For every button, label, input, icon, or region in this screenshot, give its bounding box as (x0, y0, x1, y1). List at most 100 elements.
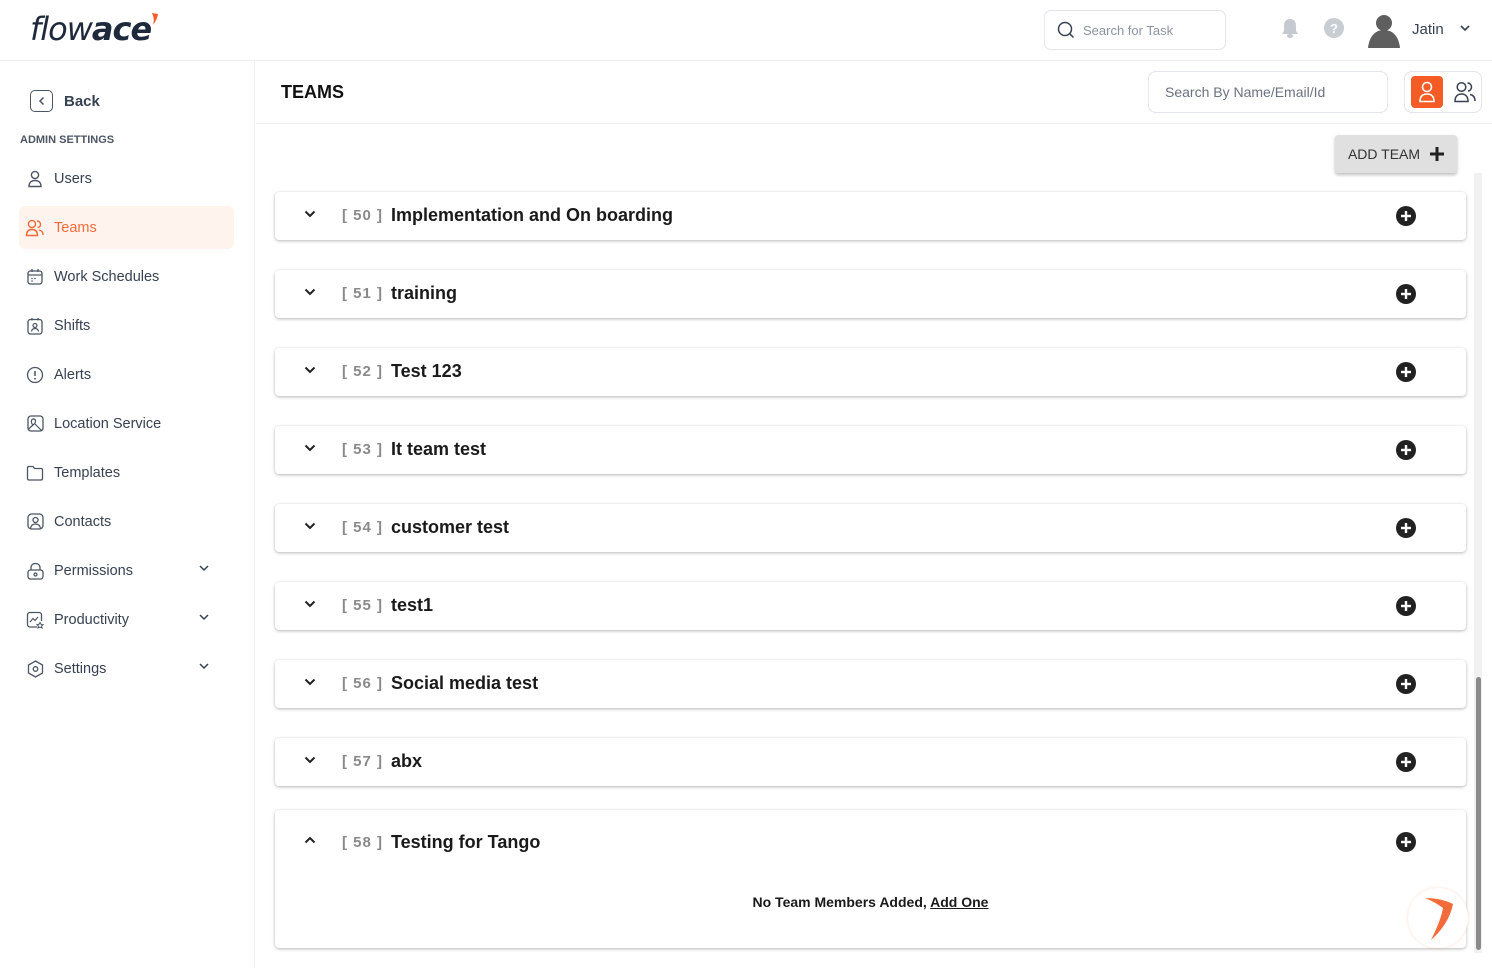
flowace-assistant-button[interactable] (1408, 888, 1468, 948)
productivity-icon (25, 610, 45, 630)
plus-icon (1430, 147, 1445, 161)
lock-icon (25, 561, 45, 581)
add-member-plus-circle-icon[interactable] (1396, 518, 1416, 538)
admin-settings-heading: ADMIN SETTINGS (20, 134, 115, 146)
task-search-input[interactable] (1083, 22, 1213, 38)
team-view-button[interactable] (1449, 76, 1481, 108)
folder-icon (25, 463, 45, 483)
add-member-plus-circle-icon[interactable] (1396, 440, 1416, 460)
chevron-down-icon[interactable] (304, 210, 316, 218)
team-id: [ 55 ] (342, 597, 384, 614)
task-search-field[interactable] (1044, 10, 1226, 50)
team-row[interactable]: [ 51 ] training (275, 270, 1466, 318)
search-icon (1057, 21, 1075, 39)
page-header: TEAMS (256, 61, 1492, 124)
team-name: Social media test (391, 673, 539, 693)
team-row[interactable]: [ 52 ] Test 123 (275, 348, 1466, 396)
users-icon (1454, 81, 1476, 103)
chevron-down-icon[interactable] (304, 366, 316, 374)
scrollbar-thumb[interactable] (1476, 677, 1481, 950)
chevron-down-icon[interactable] (304, 600, 316, 608)
contact-icon (25, 512, 45, 532)
notification-bell-icon[interactable] (1280, 17, 1300, 39)
team-id: [ 58 ] (342, 834, 384, 851)
sidebar-item-users[interactable]: Users (19, 157, 234, 200)
add-team-button[interactable]: ADD TEAM (1335, 135, 1457, 173)
team-row[interactable]: [ 56 ] Social media test (275, 660, 1466, 708)
add-member-plus-circle-icon[interactable] (1396, 596, 1416, 616)
add-member-plus-circle-icon[interactable] (1396, 832, 1416, 852)
chevron-down-icon[interactable] (304, 522, 316, 530)
chevron-down-icon[interactable] (198, 662, 210, 670)
team-id: [ 52 ] (342, 363, 384, 380)
admin-sidebar: Back ADMIN SETTINGS Users Teams Work Sch… (0, 61, 255, 968)
page-title: TEAMS (281, 82, 344, 102)
help-icon[interactable]: ? (1324, 18, 1344, 38)
calendar-icon (25, 267, 45, 287)
team-name: Test 123 (391, 361, 462, 381)
team-name: It team test (391, 439, 487, 459)
add-member-plus-circle-icon[interactable] (1396, 752, 1416, 772)
back-button[interactable]: Back (30, 90, 100, 112)
chevron-down-icon[interactable] (304, 678, 316, 686)
team-name: abx (391, 751, 423, 771)
member-search-field[interactable] (1148, 71, 1388, 113)
member-search-input[interactable] (1165, 84, 1375, 100)
team-row[interactable]: [ 54 ] customer test (275, 504, 1466, 552)
view-toggle (1404, 71, 1482, 113)
add-member-plus-circle-icon[interactable] (1396, 284, 1416, 304)
team-row[interactable]: [ 57 ] abx (275, 738, 1466, 786)
team-id: [ 50 ] (342, 207, 384, 224)
users-icon (25, 218, 45, 238)
chevron-up-icon[interactable] (304, 836, 316, 844)
sidebar-item-permissions[interactable]: Permissions (19, 549, 234, 592)
user-name[interactable]: Jatin (1412, 21, 1444, 38)
settings-hex-icon (25, 659, 45, 679)
teams-page: TEAMS ADD TEAM [ 50 ] Implementation and… (256, 61, 1492, 968)
sidebar-item-contacts[interactable]: Contacts (19, 500, 234, 543)
team-name: Testing for Tango (391, 832, 541, 852)
team-row-expanded[interactable]: [ 58 ] Testing for Tango No Team Members… (275, 810, 1466, 948)
user-icon (1419, 81, 1435, 103)
team-row[interactable]: [ 53 ] It team test (275, 426, 1466, 474)
add-member-plus-circle-icon[interactable] (1396, 674, 1416, 694)
chevron-down-icon[interactable] (198, 564, 210, 572)
map-pin-icon (25, 414, 45, 434)
sidebar-item-templates[interactable]: Templates (19, 451, 234, 494)
user-avatar[interactable] (1366, 12, 1402, 48)
chevron-left-icon (30, 90, 53, 112)
add-member-plus-circle-icon[interactable] (1396, 206, 1416, 226)
sidebar-item-shifts[interactable]: Shifts (19, 304, 234, 347)
user-icon (25, 169, 45, 189)
team-id: [ 51 ] (342, 285, 384, 302)
shift-badge-icon (25, 316, 45, 336)
flowace-logo[interactable]: flowace (30, 10, 159, 48)
team-name: training (391, 283, 457, 303)
flowace-logo-mark-icon (1425, 898, 1453, 940)
add-member-plus-circle-icon[interactable] (1396, 362, 1416, 382)
team-id: [ 57 ] (342, 753, 384, 770)
sidebar-item-alerts[interactable]: Alerts (19, 353, 234, 396)
team-id: [ 53 ] (342, 441, 384, 458)
sidebar-item-teams[interactable]: Teams (19, 206, 234, 249)
sidebar-item-settings[interactable]: Settings (19, 647, 234, 690)
team-id: [ 56 ] (342, 675, 384, 692)
sidebar-item-location-service[interactable]: Location Service (19, 402, 234, 445)
logo-tick-icon (152, 13, 159, 25)
chevron-down-icon[interactable] (198, 613, 210, 621)
chevron-down-icon[interactable] (304, 756, 316, 764)
user-menu-chevron-down-icon[interactable] (1459, 24, 1471, 32)
top-bar: flowace ? Jatin (0, 0, 1492, 61)
alert-circle-icon (25, 365, 45, 385)
add-one-link[interactable]: Add One (930, 894, 988, 910)
user-view-button[interactable] (1411, 76, 1443, 108)
chevron-down-icon[interactable] (304, 288, 316, 296)
sidebar-item-work-schedules[interactable]: Work Schedules (19, 255, 234, 298)
team-name: customer test (391, 517, 510, 537)
empty-members-message: No Team Members Added, Add One (752, 894, 989, 910)
chevron-down-icon[interactable] (304, 444, 316, 452)
sidebar-item-productivity[interactable]: Productivity (19, 598, 234, 641)
team-row[interactable]: [ 50 ] Implementation and On boarding (275, 192, 1466, 240)
team-row[interactable]: [ 55 ] test1 (275, 582, 1466, 630)
team-name: test1 (391, 595, 434, 615)
